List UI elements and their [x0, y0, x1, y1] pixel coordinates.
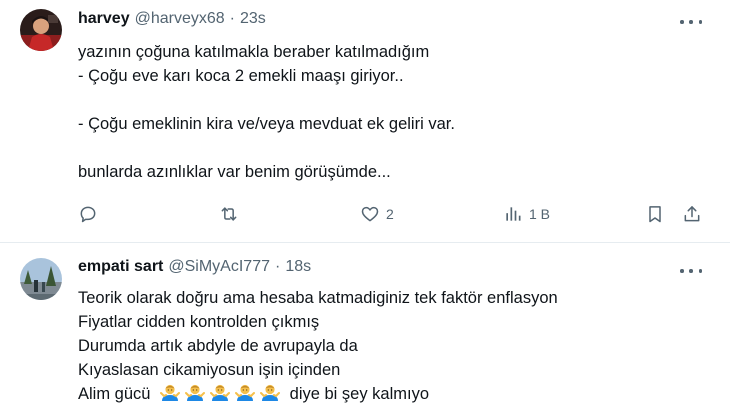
man-shrugging-emoji	[160, 384, 181, 401]
reply-button[interactable]	[78, 203, 98, 225]
speech-bubble-icon	[80, 206, 96, 223]
tweet-text: yazının çoğuna katılmakla beraber katılm…	[78, 43, 455, 181]
tweet-text: Teorik olarak doğru ama hesaba katmadigi…	[78, 286, 710, 406]
text-line: Teorik olarak doğru ama hesaba katmadigi…	[78, 289, 558, 307]
text-line: Fiyatlar cidden kontrolden çıkmış	[78, 313, 320, 331]
share-button[interactable]	[682, 203, 702, 225]
bookmark-icon	[649, 206, 661, 223]
bar-chart-icon	[506, 207, 521, 221]
views-count: 1 B	[529, 206, 551, 222]
man-shrugging-emoji	[210, 384, 231, 401]
retweet-button[interactable]	[219, 203, 239, 225]
bookmark-button[interactable]	[645, 203, 665, 225]
avatar[interactable]	[20, 9, 62, 51]
separator: ·	[229, 10, 235, 27]
man-shrugging-emoji	[260, 384, 281, 401]
heart-icon	[361, 206, 379, 222]
avatar[interactable]	[20, 258, 62, 300]
author-handle[interactable]: @harveyx68	[135, 10, 225, 28]
share-icon	[684, 206, 700, 222]
like-count: 2	[386, 206, 394, 222]
separator: ·	[274, 258, 281, 275]
author-handle[interactable]: @SiMyAcI777	[168, 258, 270, 276]
more-options-icon[interactable]	[680, 15, 702, 29]
tweet-divider	[0, 242, 730, 243]
timestamp[interactable]: 23s	[240, 10, 266, 28]
more-options-icon[interactable]	[680, 264, 702, 278]
tweet-header: empati sart @SiMyAcI777 · 18s	[78, 258, 311, 276]
like-button[interactable]: 2	[360, 203, 394, 225]
text-line: Durumda artık abdyle de avrupayla da	[78, 337, 358, 355]
text-suffix: diye bi şey kalmıyo	[289, 385, 430, 403]
views-button[interactable]: 1 B	[503, 203, 550, 225]
author-name[interactable]: empati sart	[78, 258, 163, 276]
man-shrugging-emoji	[185, 384, 206, 401]
text-prefix: Alim gücü	[78, 385, 151, 403]
tweet-header: harvey @harveyx68 · 23s	[78, 10, 266, 28]
timestamp[interactable]: 18s	[285, 258, 311, 276]
emoji-row	[160, 384, 285, 403]
text-line: Kıyaslasan cikamiyosun işin içinden	[78, 361, 341, 379]
retweet-icon	[221, 207, 237, 221]
author-name[interactable]: harvey	[78, 10, 130, 28]
text-line-with-emojis: Alim gücü diye bi şey kalmıyo	[78, 382, 710, 406]
action-bar: 2 1 B	[78, 203, 702, 225]
man-shrugging-emoji	[235, 384, 256, 401]
